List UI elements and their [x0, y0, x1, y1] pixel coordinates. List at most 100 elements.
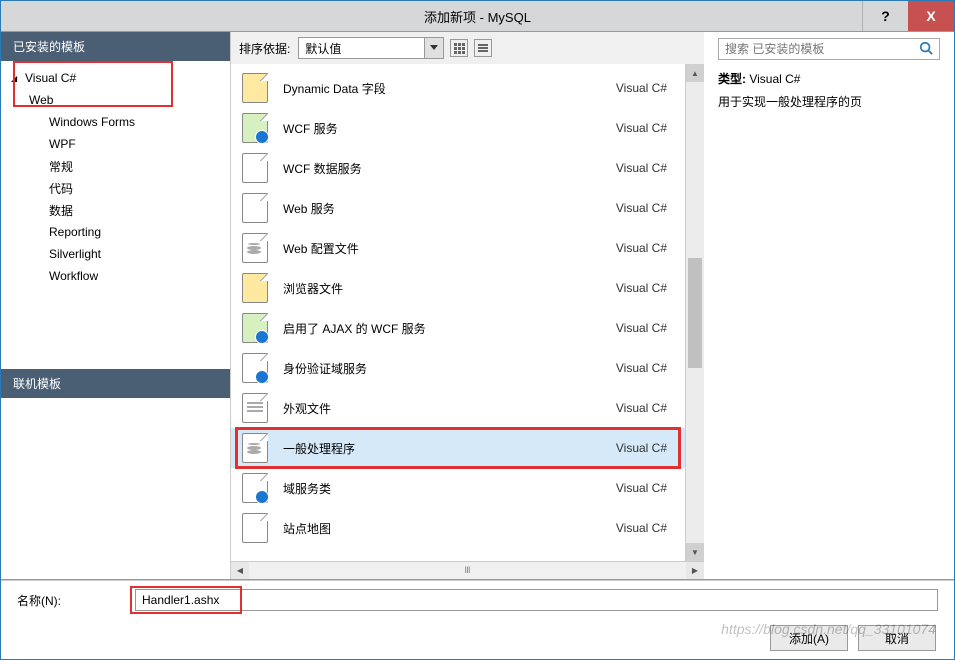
template-item-lang: Visual C# [616, 241, 667, 255]
template-item[interactable]: 浏览器文件Visual C# [231, 268, 685, 308]
template-item[interactable]: 一般处理程序Visual C# [231, 428, 685, 468]
scroll-up-button[interactable]: ▲ [686, 64, 704, 82]
tree-node[interactable]: Reporting [1, 221, 230, 243]
domain-icon [241, 474, 269, 502]
installed-templates-header: 已安装的模板 [1, 32, 230, 61]
template-item-name: 启用了 AJAX 的 WCF 服务 [283, 320, 616, 337]
tree-node[interactable]: 常规 [1, 155, 230, 177]
template-item[interactable]: 身份验证域服务Visual C# [231, 348, 685, 388]
template-item[interactable]: 站点地图Visual C# [231, 508, 685, 548]
websvc-icon [241, 194, 269, 222]
cancel-button[interactable]: 取消 [858, 625, 936, 651]
template-item-name: Web 服务 [283, 200, 616, 217]
template-item-name: 域服务类 [283, 480, 616, 497]
view-grid-button[interactable] [450, 39, 468, 57]
template-item-name: WCF 数据服务 [283, 160, 616, 177]
template-item-name: Web 配置文件 [283, 240, 616, 257]
center-panel: 排序依据: 默认值 Dynamic Data 字段Visual C#WCF 服务… [231, 32, 704, 579]
template-item[interactable]: 启用了 AJAX 的 WCF 服务Visual C# [231, 308, 685, 348]
detail-type: 类型: Visual C# [718, 70, 940, 87]
tree-node-label: WPF [49, 137, 76, 151]
template-item[interactable]: Dynamic Data 字段Visual C# [231, 68, 685, 108]
name-label: 名称(N): [17, 594, 61, 608]
handler-icon [241, 434, 269, 462]
template-item[interactable]: 外观文件Visual C# [231, 388, 685, 428]
details-panel: 类型: Visual C# 用于实现一般处理程序的页 [704, 32, 954, 579]
online-templates-header[interactable]: 联机模板 [1, 369, 230, 398]
template-item-lang: Visual C# [616, 361, 667, 375]
items-area: Dynamic Data 字段Visual C#WCF 服务Visual C#W… [231, 64, 704, 561]
add-button[interactable]: 添加(A) [770, 625, 848, 651]
template-item-name: 站点地图 [283, 520, 616, 537]
template-item-lang: Visual C# [616, 401, 667, 415]
template-item[interactable]: WCF 服务Visual C# [231, 108, 685, 148]
collapse-icon[interactable]: ◢ [11, 73, 21, 83]
hscroll-track[interactable]: Ⅲ [249, 562, 686, 579]
tree-node[interactable]: WPF [1, 133, 230, 155]
template-item-lang: Visual C# [616, 81, 667, 95]
vertical-scrollbar[interactable]: ▲ ▼ [686, 64, 704, 561]
tree-node[interactable]: 数据 [1, 199, 230, 221]
help-button[interactable]: ? [862, 1, 908, 31]
scroll-thumb[interactable] [688, 258, 702, 368]
horizontal-scrollbar[interactable]: ◀ Ⅲ ▶ [231, 561, 704, 579]
template-tree: ◢Visual C#Web Windows Forms WPF 常规代码数据 Repor… [1, 61, 230, 369]
template-list[interactable]: Dynamic Data 字段Visual C#WCF 服务Visual C#W… [231, 64, 686, 561]
search-icon[interactable] [919, 41, 933, 58]
toolbar: 排序依据: 默认值 [231, 32, 704, 64]
button-row: 添加(A) 取消 [17, 617, 938, 655]
main-content: 已安装的模板 ◢Visual C#WebWindows FormsWPF常规代码… [1, 31, 954, 580]
tree-node[interactable]: Silverlight [1, 243, 230, 265]
titlebar: 添加新项 - MySQL ? X [1, 1, 954, 31]
auth-icon [241, 354, 269, 382]
ajax-icon [241, 314, 269, 342]
scroll-right-button[interactable]: ▶ [686, 562, 704, 579]
scroll-down-button[interactable]: ▼ [686, 543, 704, 561]
dd-icon [241, 74, 269, 102]
search-input[interactable] [725, 42, 919, 56]
tree-node-label: Windows Forms [49, 115, 135, 129]
close-button[interactable]: X [908, 1, 954, 31]
template-item-lang: Visual C# [616, 161, 667, 175]
template-item-lang: Visual C# [616, 121, 667, 135]
scroll-left-button[interactable]: ◀ [231, 562, 249, 579]
list-icon [478, 44, 488, 52]
tree-node-label: 常规 [49, 158, 73, 175]
detail-description: 用于实现一般处理程序的页 [718, 93, 940, 110]
tree-node[interactable]: Windows Forms [1, 111, 230, 133]
template-item-lang: Visual C# [616, 521, 667, 535]
scroll-track[interactable] [686, 82, 704, 543]
tree-node-label: Silverlight [49, 247, 101, 261]
template-item-lang: Visual C# [616, 281, 667, 295]
template-item-lang: Visual C# [616, 201, 667, 215]
template-item[interactable]: 域服务类Visual C# [231, 468, 685, 508]
template-item-name: Dynamic Data 字段 [283, 80, 616, 97]
type-label: 类型: [718, 72, 746, 86]
name-input[interactable] [135, 589, 938, 611]
name-row: 名称(N): [17, 589, 938, 611]
tree-node[interactable]: ◢Visual C# [1, 67, 230, 89]
grid-icon [454, 43, 465, 54]
window-title: 添加新项 - MySQL [1, 7, 954, 26]
dialog-window: 添加新项 - MySQL ? X 已安装的模板 ◢Visual C#WebWin… [0, 0, 955, 660]
template-item[interactable]: WCF 数据服务Visual C# [231, 148, 685, 188]
name-input-wrap [135, 589, 938, 611]
template-item[interactable]: Web 服务Visual C# [231, 188, 685, 228]
sort-dropdown[interactable]: 默认值 [298, 37, 444, 59]
tree-node-label: 代码 [49, 180, 73, 197]
tree-node[interactable]: 代码 [1, 177, 230, 199]
template-item-lang: Visual C# [616, 481, 667, 495]
template-item-name: 身份验证域服务 [283, 360, 616, 377]
template-item-name: 浏览器文件 [283, 280, 616, 297]
view-list-button[interactable] [474, 39, 492, 57]
wcf-icon [241, 114, 269, 142]
sort-value: 默认值 [305, 40, 341, 57]
tree-node[interactable]: Web [1, 89, 230, 111]
tree-node[interactable]: Workflow [1, 265, 230, 287]
template-item-name: WCF 服务 [283, 120, 616, 137]
tree-node-label: Reporting [49, 225, 101, 239]
search-box[interactable] [718, 38, 940, 60]
sidebar: 已安装的模板 ◢Visual C#Web Windows Forms WPF 常规代码… [1, 32, 231, 579]
template-item[interactable]: Web 配置文件Visual C# [231, 228, 685, 268]
sortby-label: 排序依据: [239, 40, 290, 57]
